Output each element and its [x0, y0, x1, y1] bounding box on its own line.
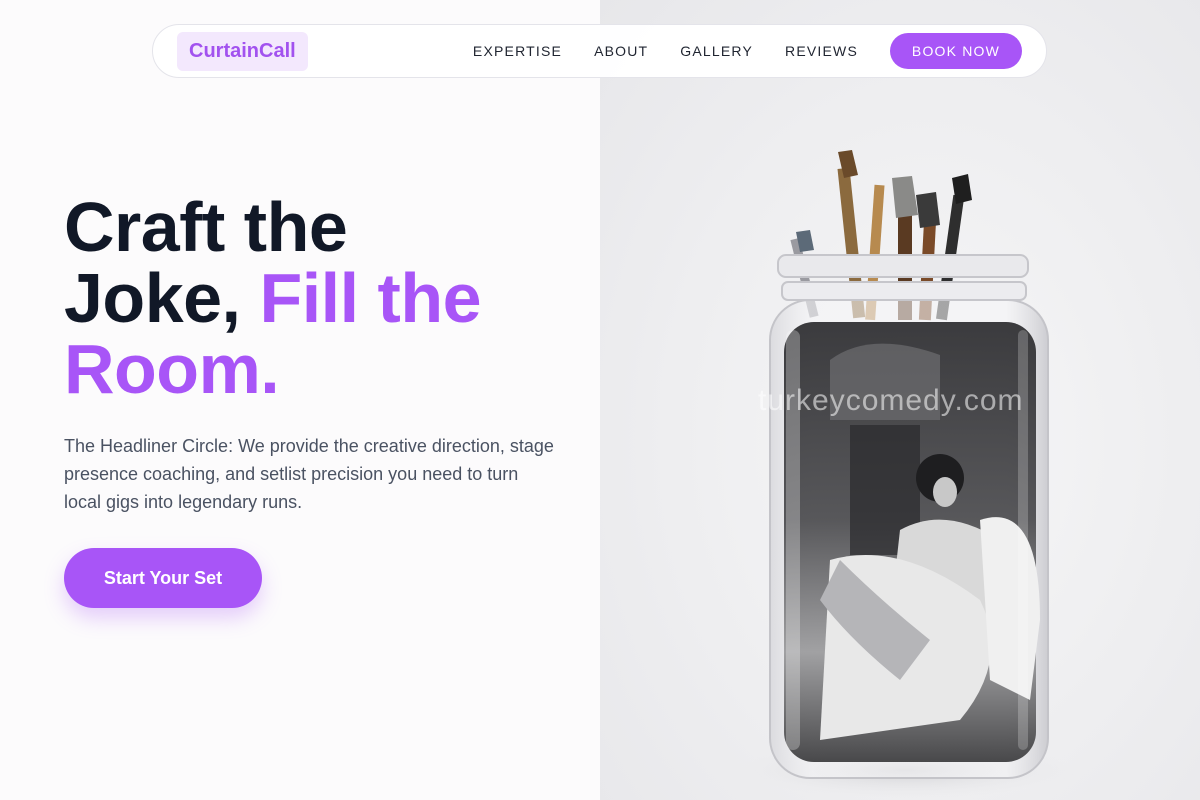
hero-title: Craft the Joke, Fill the Room. — [64, 192, 584, 405]
hero-image: turkeycomedy.com — [600, 0, 1200, 800]
start-your-set-button[interactable]: Start Your Set — [64, 548, 262, 608]
book-now-button[interactable]: BOOK NOW — [890, 33, 1022, 69]
watermark-text: turkeycomedy.com — [758, 384, 1024, 417]
nav-link-gallery[interactable]: GALLERY — [680, 43, 753, 59]
top-navbar: CurtainCall EXPERTISE ABOUT GALLERY REVI… — [152, 24, 1047, 78]
nav-link-reviews[interactable]: REVIEWS — [785, 43, 858, 59]
hero-title-accent-2: Room. — [64, 330, 280, 408]
hero-title-line2: Joke, — [64, 259, 241, 337]
hero-title-accent-1: Fill the — [259, 259, 482, 337]
hero-title-line1: Craft the — [64, 188, 348, 266]
hero-description: The Headliner Circle: We provide the cre… — [64, 436, 554, 512]
nav-link-about[interactable]: ABOUT — [594, 43, 648, 59]
brand-logo[interactable]: CurtainCall — [177, 31, 308, 71]
nav-links: EXPERTISE ABOUT GALLERY REVIEWS BOOK NOW — [473, 33, 1022, 69]
nav-link-expertise[interactable]: EXPERTISE — [473, 43, 562, 59]
